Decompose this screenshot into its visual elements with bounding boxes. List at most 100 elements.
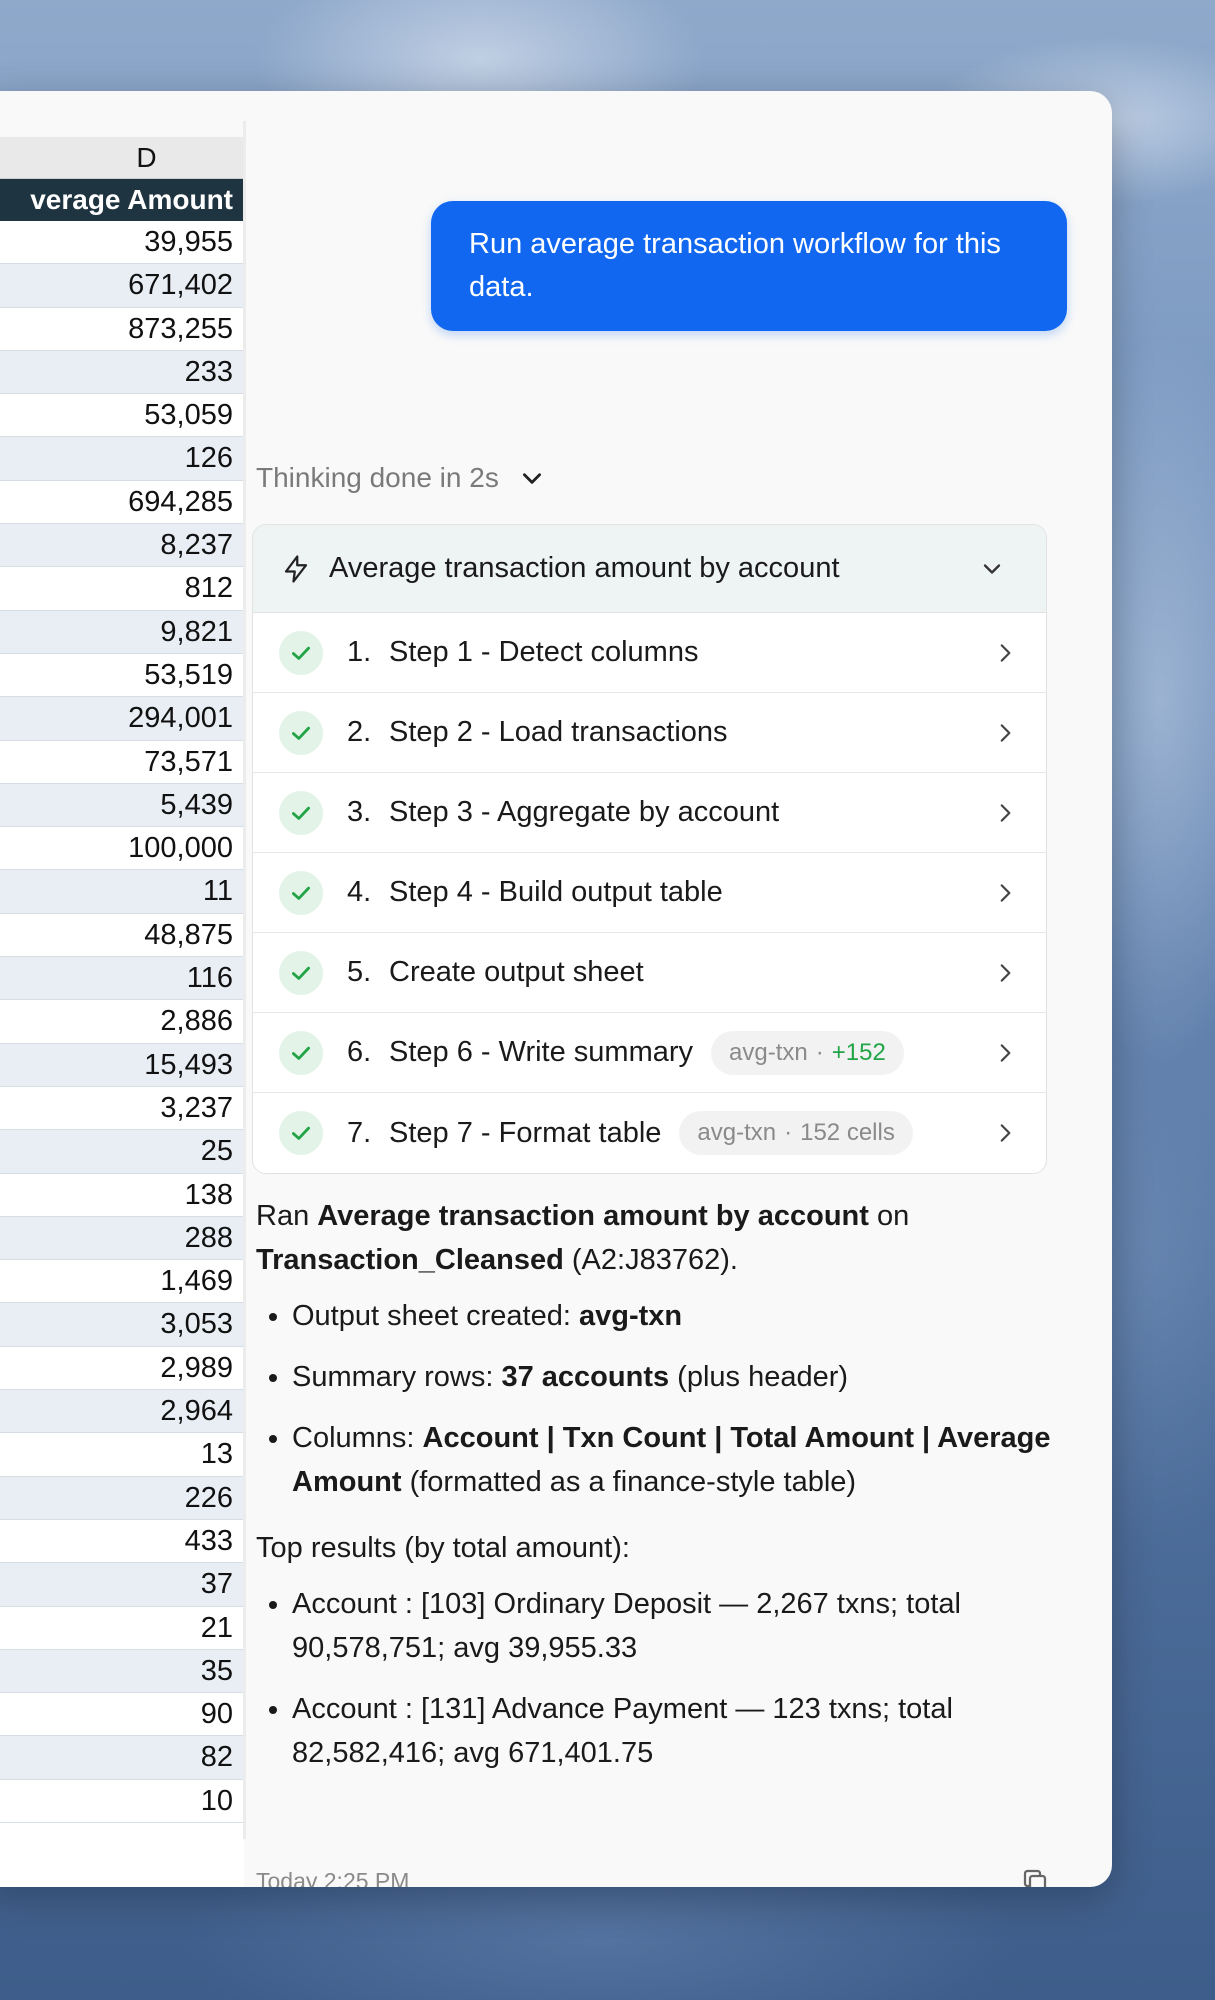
spreadsheet-pane: D verage Amount 39,955 671,402 873,255 233 5… <box>0 137 244 1887</box>
list-item: Columns: Account | Txn Count | Total Amo… <box>292 1416 1056 1504</box>
top-results-list: Account : [103] Ordinary Deposit — 2,267… <box>256 1582 1056 1775</box>
table-cell[interactable]: 2,886 <box>0 1000 243 1044</box>
table-cell[interactable]: 2,989 <box>0 1346 243 1391</box>
thinking-toggle[interactable]: Thinking done in 2s <box>256 462 545 494</box>
column-letter-header[interactable]: D <box>0 137 243 179</box>
check-icon <box>279 1111 323 1155</box>
timestamp: Today 2:25 PM <box>256 1867 410 1888</box>
table-cell[interactable]: 3,237 <box>0 1086 243 1131</box>
step-number: 2. <box>347 716 372 748</box>
table-cell[interactable]: 100,000 <box>0 827 243 871</box>
column-title-cell[interactable]: verage Amount <box>0 179 243 221</box>
table-cell[interactable]: 226 <box>0 1476 243 1520</box>
workflow-header[interactable]: Average transaction amount by account <box>253 525 1046 613</box>
workflow-step-4[interactable]: 4. Step 4 - Build output table <box>253 853 1046 933</box>
chevron-right-icon <box>1000 963 1011 982</box>
user-message-bubble: Run average transaction workflow for thi… <box>431 201 1067 331</box>
chevron-right-icon <box>1000 1124 1011 1142</box>
check-icon <box>279 1030 323 1075</box>
chevron-right-icon <box>1000 643 1011 662</box>
table-cell[interactable]: 694,285 <box>0 480 243 525</box>
table-cell[interactable]: 294,001 <box>0 697 243 741</box>
list-item: Output sheet created: avg-txn <box>292 1294 1056 1338</box>
table-cell[interactable]: 126 <box>0 437 243 481</box>
column-cells: 39,955 671,402 873,255 233 53,059 126 694,285 8… <box>0 221 243 1823</box>
pane-divider[interactable] <box>243 121 246 1839</box>
table-cell[interactable]: 37 <box>0 1563 243 1607</box>
workflow-step-1[interactable]: 1. Step 1 - Detect columns <box>253 613 1046 693</box>
copy-icon[interactable] <box>1020 1866 1050 1887</box>
table-cell[interactable]: 11 <box>0 870 243 914</box>
response-intro: Ran Average transaction amount by accoun… <box>256 1200 910 1276</box>
chevron-right-icon <box>1000 803 1011 822</box>
table-cell[interactable]: 35 <box>0 1649 243 1694</box>
table-cell[interactable]: 5,439 <box>0 783 243 828</box>
workflow-steps: 1. Step 1 - Detect columns 2. Step 2 - Load… <box>253 613 1046 1173</box>
check-icon <box>279 950 323 995</box>
check-icon <box>279 710 323 755</box>
workflow-step-3[interactable]: 3. Step 3 - Aggregate by account <box>253 773 1046 853</box>
workflow-step-2[interactable]: 2. Step 2 - Load transactions <box>253 693 1046 773</box>
workflow-step-7[interactable]: 7. Step 7 - Format table avg-txn · 152 cells <box>253 1093 1046 1173</box>
workflow-title: Average transaction amount by account <box>329 552 840 584</box>
lightning-icon <box>284 554 308 583</box>
step-label: Step 1 - Detect columns <box>389 636 699 668</box>
table-cell[interactable]: 21 <box>0 1606 243 1650</box>
table-cell[interactable]: 288 <box>0 1216 243 1261</box>
table-cell[interactable]: 48,875 <box>0 913 243 958</box>
list-item: Account : [103] Ordinary Deposit — 2,267… <box>292 1582 1056 1670</box>
list-item: Summary rows: 37 accounts (plus header) <box>292 1355 1056 1399</box>
table-cell[interactable]: 39,955 <box>0 221 243 265</box>
step-label: Step 6 - Write summary <box>389 1036 694 1068</box>
table-cell[interactable]: 53,519 <box>0 653 243 698</box>
table-cell[interactable]: 3,053 <box>0 1303 243 1347</box>
step-label: Create output sheet <box>389 956 644 988</box>
table-cell[interactable]: 13 <box>0 1433 243 1477</box>
chevron-right-icon <box>1000 723 1011 742</box>
step-label: Step 7 - Format table <box>389 1116 662 1149</box>
workflow-card: Average transaction amount by account 1.… <box>252 524 1047 1174</box>
sheet-name: Transaction_Cleansed <box>256 1244 564 1276</box>
step-result-chip[interactable]: avg-txn · 152 cells <box>679 1111 913 1155</box>
table-cell[interactable]: 233 <box>0 350 243 395</box>
step-label: Step 3 - Aggregate by account <box>389 796 780 828</box>
chat-panel: Run average transaction workflow for thi… <box>252 91 1112 1888</box>
app-window: D verage Amount 39,955 671,402 873,255 233 5… <box>0 91 1112 1887</box>
check-icon <box>279 630 323 675</box>
assistant-response: Ran Average transaction amount by accoun… <box>256 1194 1056 1792</box>
step-number: 1. <box>347 636 372 668</box>
table-cell[interactable]: 433 <box>0 1519 243 1564</box>
step-number: 3. <box>347 796 372 828</box>
result-bullets: Output sheet created: avg-txn Summary ro… <box>256 1294 1056 1504</box>
workflow-step-5[interactable]: 5. Create output sheet <box>253 933 1046 1013</box>
table-cell[interactable]: 8,237 <box>0 524 243 568</box>
chevron-right-icon <box>1000 883 1011 902</box>
step-number: 6. <box>347 1036 372 1068</box>
table-cell[interactable]: 1,469 <box>0 1260 243 1304</box>
step-result-chip[interactable]: avg-txn · +152 <box>711 1030 904 1075</box>
table-cell[interactable]: 671,402 <box>0 264 243 308</box>
table-cell[interactable]: 9,821 <box>0 610 243 654</box>
table-cell[interactable]: 90 <box>0 1693 243 1737</box>
step-label: Step 4 - Build output table <box>389 876 723 908</box>
table-cell[interactable]: 73,571 <box>0 740 243 784</box>
workflow-name: Average transaction amount by account <box>317 1200 869 1232</box>
table-cell[interactable]: 873,255 <box>0 307 243 351</box>
check-icon <box>279 870 323 915</box>
step-number: 7. <box>347 1116 372 1149</box>
step-number: 4. <box>347 876 372 908</box>
table-cell[interactable]: 15,493 <box>0 1043 243 1087</box>
table-cell[interactable]: 53,059 <box>0 394 243 438</box>
table-cell[interactable]: 116 <box>0 957 243 1001</box>
check-icon <box>279 790 323 835</box>
table-cell[interactable]: 812 <box>0 567 243 611</box>
table-cell[interactable]: 10 <box>0 1779 243 1823</box>
table-cell[interactable]: 25 <box>0 1130 243 1174</box>
chevron-down-icon <box>522 473 541 484</box>
top-results-label: Top results (by total amount): <box>256 1532 630 1564</box>
workflow-step-6[interactable]: 6. Step 6 - Write summary avg-txn · +152 <box>253 1013 1046 1093</box>
table-cell[interactable]: 82 <box>0 1736 243 1780</box>
table-cell[interactable]: 2,964 <box>0 1390 243 1434</box>
list-item: Account : [131] Advance Payment — 123 tx… <box>292 1687 1056 1775</box>
table-cell[interactable]: 138 <box>0 1173 243 1217</box>
